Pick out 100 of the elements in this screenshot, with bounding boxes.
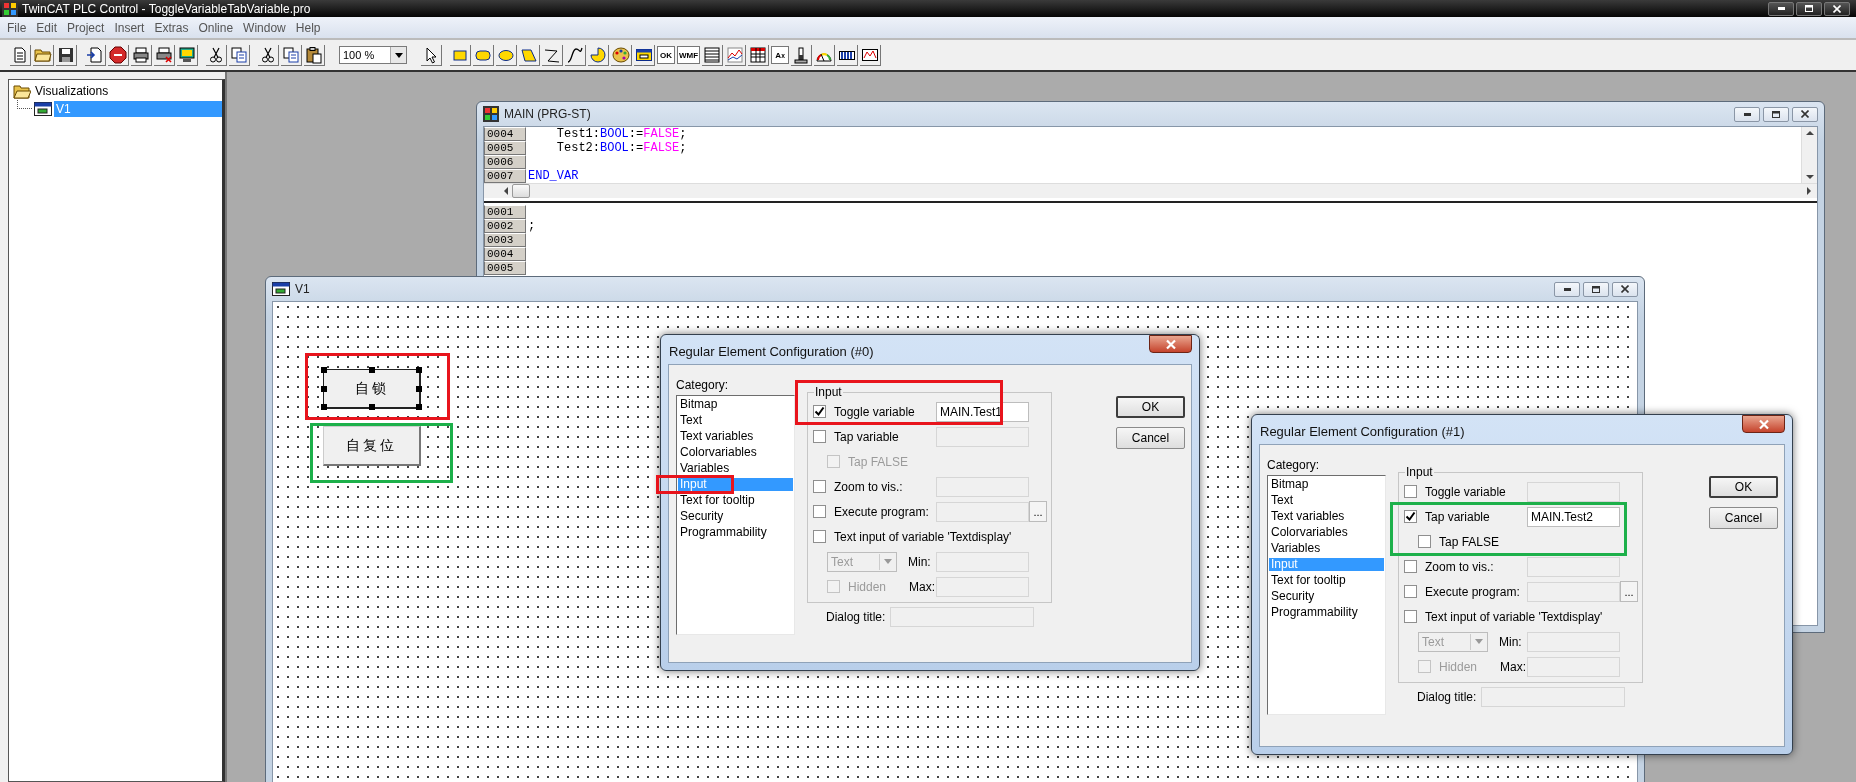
- menu-item[interactable]: Help: [290, 20, 326, 35]
- save-icon[interactable]: [57, 45, 75, 64]
- menu-item[interactable]: Project: [62, 20, 110, 35]
- list-item[interactable]: Text for tooltip: [678, 494, 793, 507]
- list-item[interactable]: Variables: [1269, 542, 1384, 555]
- list-item[interactable]: Colorvariables: [678, 446, 793, 459]
- restore-icon: [1592, 285, 1600, 293]
- checkbox[interactable]: [1404, 510, 1417, 523]
- list-item[interactable]: Text: [1269, 494, 1384, 507]
- copy-icon[interactable]: [230, 45, 248, 64]
- scissors-icon[interactable]: [259, 45, 277, 64]
- menu-item[interactable]: Insert: [109, 20, 150, 35]
- menu-item[interactable]: Extras: [149, 20, 194, 35]
- restore-button[interactable]: [1583, 281, 1609, 297]
- input-field[interactable]: [1527, 656, 1620, 677]
- list-item[interactable]: Text variables: [678, 430, 793, 443]
- minimize-button[interactable]: [1734, 106, 1760, 122]
- input-field[interactable]: [1481, 687, 1625, 707]
- menu-item[interactable]: Window: [238, 20, 291, 35]
- palette-icon[interactable]: [612, 45, 630, 64]
- selection-handle[interactable]: [321, 404, 327, 410]
- checkbox[interactable]: [813, 405, 826, 418]
- vertical-scrollbar[interactable]: [1801, 127, 1817, 183]
- stop-sign-icon[interactable]: [109, 45, 127, 64]
- list-item[interactable]: Text variables: [1269, 510, 1384, 523]
- selection-handle[interactable]: [416, 404, 422, 410]
- list-item[interactable]: Security: [1269, 590, 1384, 603]
- list-icon[interactable]: [703, 45, 722, 64]
- selection-handle[interactable]: [416, 367, 422, 373]
- close-icon: [1801, 110, 1809, 118]
- field-label: Category:: [676, 378, 730, 392]
- input-field[interactable]: MAIN.Test2: [1527, 506, 1620, 527]
- list-item[interactable]: Security: [678, 510, 793, 523]
- minimize-icon: [1777, 7, 1785, 10]
- meter-icon[interactable]: [792, 45, 811, 64]
- checkbox-label: Text input of variable 'Textdisplay': [834, 529, 1013, 544]
- visualization-button[interactable]: 自复位: [323, 426, 421, 466]
- menu-item[interactable]: File: [2, 20, 32, 35]
- tool-button[interactable]: WMF: [677, 46, 701, 64]
- selection-handle[interactable]: [368, 404, 375, 410]
- restore-button[interactable]: [1763, 106, 1789, 122]
- document-arrow-icon[interactable]: [86, 45, 104, 64]
- menu-item[interactable]: Edit: [31, 20, 63, 35]
- close-button[interactable]: [1742, 415, 1785, 433]
- list-item[interactable]: Bitmap: [1269, 478, 1384, 491]
- list-item[interactable]: Bitmap: [678, 398, 793, 411]
- checkbox[interactable]: [1418, 535, 1431, 548]
- checkbox[interactable]: [1404, 610, 1417, 623]
- tree-item[interactable]: Visualizations: [33, 83, 111, 99]
- menu-item[interactable]: Online: [193, 20, 239, 35]
- list-item[interactable]: Colorvariables: [1269, 526, 1384, 539]
- pie-icon[interactable]: [589, 45, 607, 64]
- input-field[interactable]: MAIN.Test1: [936, 401, 1029, 422]
- list-item[interactable]: Programmability: [678, 526, 793, 539]
- scissors-icon[interactable]: [207, 45, 225, 64]
- dialog-button[interactable]: OK: [1116, 396, 1185, 418]
- dialog-button[interactable]: Cancel: [1709, 507, 1778, 529]
- input-field[interactable]: [1527, 631, 1620, 652]
- line-number: 0003: [484, 233, 526, 247]
- list-item[interactable]: Text for tooltip: [1269, 574, 1384, 587]
- dialog-button[interactable]: OK: [1709, 476, 1778, 498]
- field-label: Max:: [908, 579, 936, 594]
- new-file-icon[interactable]: [11, 45, 29, 64]
- printer-icon[interactable]: [132, 45, 150, 64]
- tool-button[interactable]: OK: [657, 46, 675, 64]
- selection-handle[interactable]: [321, 385, 327, 392]
- list-item[interactable]: Variables: [678, 462, 793, 475]
- close-button[interactable]: [1792, 106, 1818, 122]
- close-button[interactable]: [1612, 281, 1638, 297]
- checkbox-label: Execute program:: [834, 504, 930, 519]
- selection-handle[interactable]: [416, 385, 422, 392]
- zoom-dropdown[interactable]: 100 %: [339, 46, 407, 64]
- table-icon[interactable]: [749, 45, 768, 64]
- checkbox-label: Tap variable: [834, 429, 900, 444]
- checkbox[interactable]: [813, 530, 826, 543]
- selection-handle[interactable]: [368, 367, 375, 373]
- list-item[interactable]: Text: [678, 414, 793, 427]
- restore-button[interactable]: [1796, 1, 1822, 16]
- checkbox-label: Tap FALSE: [848, 454, 910, 469]
- field-label: Min:: [1498, 634, 1523, 649]
- dialog-button[interactable]: Cancel: [1116, 427, 1185, 449]
- minimize-button[interactable]: [1554, 281, 1580, 297]
- restore-icon: [1805, 5, 1813, 12]
- copy-icon[interactable]: [282, 45, 300, 64]
- chart-icon[interactable]: [726, 45, 745, 64]
- selection-handle[interactable]: [321, 367, 327, 373]
- visualization-button[interactable]: 自锁: [323, 369, 421, 409]
- input-field[interactable]: [890, 607, 1034, 627]
- minimize-button[interactable]: [1768, 1, 1794, 16]
- computer-icon[interactable]: [178, 45, 196, 64]
- close-button[interactable]: [1824, 1, 1850, 16]
- checkbox-label: Toggle variable: [1425, 484, 1507, 499]
- curve-icon[interactable]: [566, 45, 584, 64]
- list-item[interactable]: Programmability: [1269, 606, 1384, 619]
- printer-icon[interactable]: [155, 45, 173, 64]
- horizontal-scrollbar[interactable]: [484, 183, 1817, 198]
- input-field[interactable]: [936, 576, 1029, 597]
- clipboard-icon[interactable]: [305, 45, 323, 64]
- close-button[interactable]: [1149, 335, 1192, 353]
- input-field[interactable]: [936, 551, 1029, 572]
